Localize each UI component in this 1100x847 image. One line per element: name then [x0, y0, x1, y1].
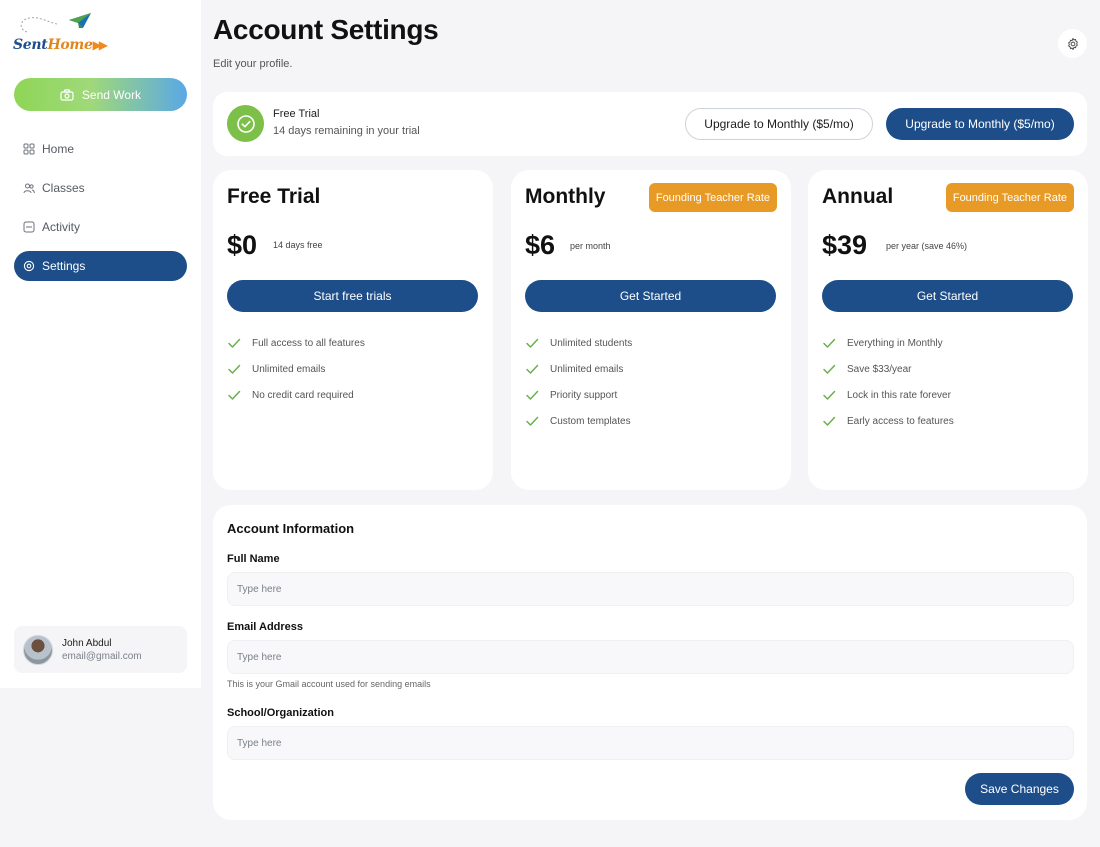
- plan-price: $39: [822, 230, 868, 260]
- paper-plane-icon: [20, 13, 91, 33]
- email-hint: This is your Gmail account used for send…: [227, 679, 431, 689]
- plan-name: Annual: [822, 185, 894, 208]
- feature-item: Lock in this rate forever: [822, 382, 954, 408]
- founding-rate-badge: Founding Teacher Rate: [648, 183, 777, 212]
- check-icon: [526, 338, 539, 348]
- plan-feature-list: Everything in Monthly Save $33/year Lock…: [822, 330, 954, 434]
- send-work-button[interactable]: Send Work: [14, 78, 187, 111]
- check-icon: [228, 338, 241, 348]
- user-email: email@gmail.com: [62, 650, 142, 662]
- activity-icon: [23, 221, 35, 233]
- plan-price: $6: [525, 230, 556, 260]
- plan-name: Monthly: [525, 185, 606, 208]
- feature-item: Custom templates: [525, 408, 632, 434]
- plan-price-note: 14 days free: [273, 240, 323, 250]
- start-free-trial-button[interactable]: Start free trials: [227, 280, 478, 312]
- full-name-label: Full Name: [227, 553, 280, 565]
- check-icon: [823, 364, 836, 374]
- camera-icon: [60, 88, 74, 101]
- plan-feature-list: Unlimited students Unlimited emails Prio…: [525, 330, 632, 434]
- plan-price-note: per month: [570, 241, 611, 251]
- sidebar-item-label: Activity: [42, 220, 81, 234]
- email-address-label: Email Address: [227, 621, 304, 633]
- plan-card-monthly: Monthly Founding Teacher Rate $6 per mon…: [511, 170, 791, 490]
- page-title: Account Settings: [213, 14, 439, 45]
- settings-gear-button[interactable]: [1058, 29, 1087, 58]
- users-icon: [23, 183, 35, 194]
- plan-price-note: per year (save 46%): [886, 241, 968, 251]
- school-organization-input[interactable]: [227, 726, 1074, 760]
- check-icon: [526, 416, 539, 426]
- check-icon: [823, 416, 836, 426]
- get-started-annual-button[interactable]: Get Started: [822, 280, 1073, 312]
- sidebar-nav: Home Classes Activity Settings: [14, 134, 187, 290]
- section-title: Account Information: [227, 521, 355, 536]
- check-icon: [823, 338, 836, 348]
- settings-icon: [23, 260, 35, 272]
- upgrade-monthly-outline-button[interactable]: Upgrade to Monthly ($5/mo): [685, 108, 873, 140]
- logo-wordmark: SentHome▶▶: [13, 37, 108, 53]
- email-address-input[interactable]: [227, 640, 1074, 674]
- user-name: John Abdul: [62, 637, 112, 649]
- check-circle-icon: [227, 105, 264, 142]
- sidebar-item-settings[interactable]: Settings: [14, 251, 187, 281]
- feature-item: Unlimited emails: [227, 356, 365, 382]
- sidebar-item-label: Settings: [42, 259, 86, 273]
- plan-card-free-trial: Free Trial $0 14 days free Start free tr…: [213, 170, 493, 490]
- plan-price: $0: [227, 230, 258, 260]
- get-started-monthly-button[interactable]: Get Started: [525, 280, 776, 312]
- feature-item: Everything in Monthly: [822, 330, 954, 356]
- check-icon: [228, 390, 241, 400]
- gear-icon: [1067, 37, 1078, 50]
- plan-feature-list: Full access to all features Unlimited em…: [227, 330, 365, 408]
- trial-days-remaining: 14 days remaining in your trial: [273, 125, 420, 137]
- send-work-label: Send Work: [81, 87, 142, 102]
- senthome-logo[interactable]: SentHome▶▶: [13, 12, 108, 56]
- sidebar-item-label: Home: [42, 142, 75, 156]
- save-changes-button[interactable]: Save Changes: [965, 773, 1074, 805]
- grid-icon: [23, 143, 35, 155]
- check-icon: [526, 390, 539, 400]
- trial-title: Free Trial: [273, 108, 320, 120]
- avatar: [23, 634, 53, 665]
- school-organization-label: School/Organization: [227, 707, 334, 719]
- feature-item: Unlimited emails: [525, 356, 632, 382]
- page-subtitle: Edit your profile.: [213, 58, 293, 70]
- feature-item: No credit card required: [227, 382, 365, 408]
- feature-item: Unlimited students: [525, 330, 632, 356]
- feature-item: Early access to features: [822, 408, 954, 434]
- full-name-input[interactable]: [227, 572, 1074, 606]
- feature-item: Save $33/year: [822, 356, 954, 382]
- sidebar: SentHome▶▶ Send Work Home Classes Activi…: [0, 0, 201, 688]
- feature-item: Full access to all features: [227, 330, 365, 356]
- founding-rate-badge: Founding Teacher Rate: [945, 183, 1074, 212]
- feature-item: Priority support: [525, 382, 632, 408]
- check-icon: [228, 364, 241, 374]
- check-icon: [823, 390, 836, 400]
- sidebar-item-classes[interactable]: Classes: [14, 173, 187, 203]
- plan-name: Free Trial: [227, 185, 321, 208]
- check-icon: [526, 364, 539, 374]
- sidebar-item-label: Classes: [42, 181, 85, 195]
- trial-status-banner: Free Trial 14 days remaining in your tri…: [213, 92, 1087, 156]
- plan-card-annual: Annual Founding Teacher Rate $39 per yea…: [808, 170, 1088, 490]
- user-profile-card[interactable]: John Abdul email@gmail.com: [14, 626, 187, 673]
- sidebar-item-activity[interactable]: Activity: [14, 212, 187, 242]
- account-information-form: Account Information Full Name Email Addr…: [213, 505, 1087, 820]
- sidebar-item-home[interactable]: Home: [14, 134, 187, 164]
- upgrade-monthly-button[interactable]: Upgrade to Monthly ($5/mo): [886, 108, 1074, 140]
